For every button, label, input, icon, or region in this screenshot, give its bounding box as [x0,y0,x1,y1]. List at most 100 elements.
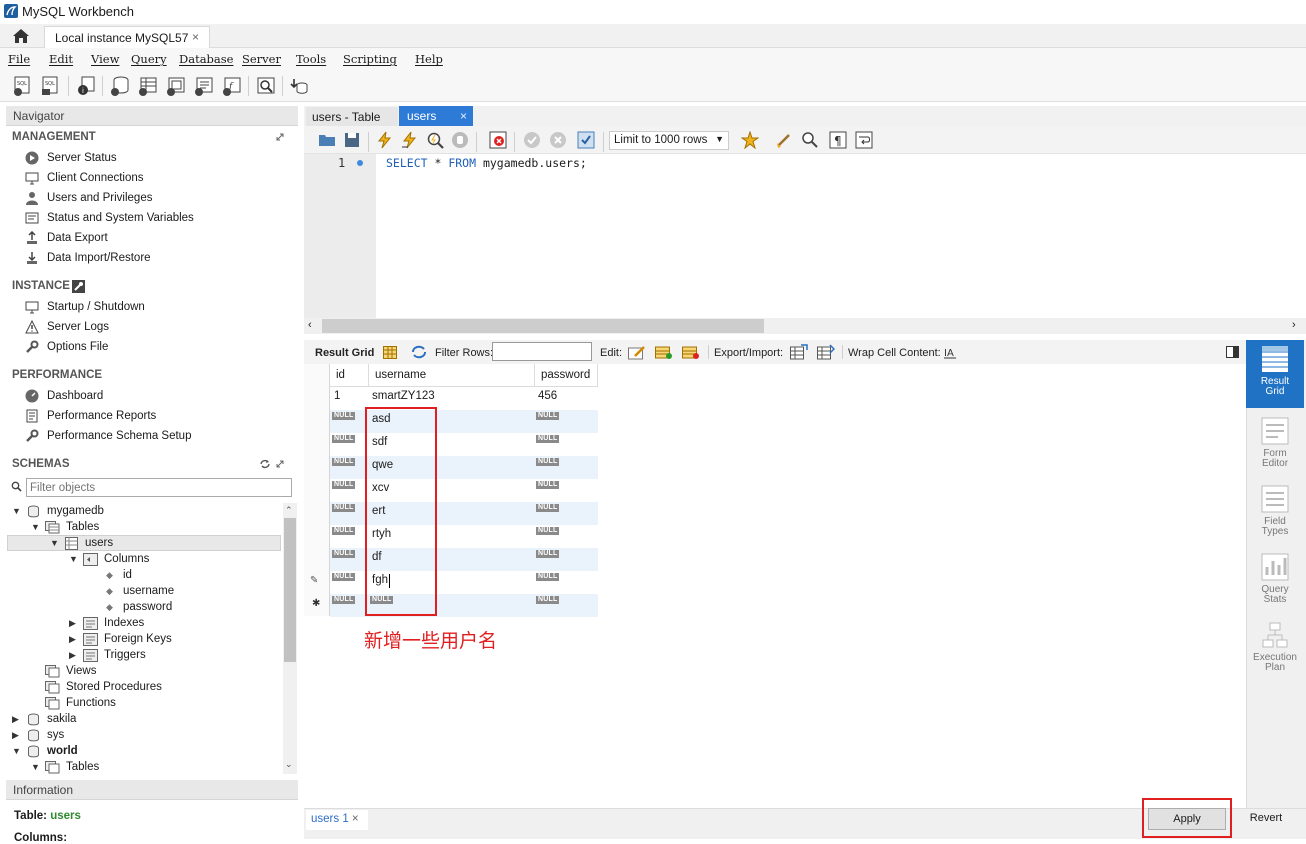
collapse-icon[interactable]: ▼ [31,762,41,772]
auto-commit-icon[interactable] [577,131,595,149]
tree-column-id[interactable]: ◆ id [102,567,132,583]
revert-button[interactable]: Revert [1236,808,1296,830]
tree-triggers[interactable]: ▶ Triggers [69,647,146,663]
connection-tab[interactable]: Local instance MySQL57 × [44,26,210,48]
nav-performance-schema-setup[interactable]: Performance Schema Setup [24,427,191,445]
filter-rows-input[interactable] [492,342,592,361]
export-icon[interactable] [790,344,808,360]
reconnect-icon[interactable] [288,75,310,97]
close-icon[interactable]: × [352,813,359,825]
null-badge[interactable]: NULL [536,573,560,581]
expand-icon[interactable]: ▶ [12,730,22,741]
menu-view[interactable]: View [91,52,119,66]
nav-data-import[interactable]: Data Import/Restore [24,249,151,267]
expand-icon[interactable] [275,459,285,469]
null-badge[interactable]: NULL [332,458,356,466]
create-table-icon[interactable] [137,75,159,97]
open-sql-script-icon[interactable]: SQL [40,75,62,97]
null-badge[interactable]: NULL [332,412,356,420]
open-file-icon[interactable] [318,131,336,149]
null-badge[interactable]: NULL [536,550,560,558]
nav-performance-reports[interactable]: Performance Reports [24,407,156,425]
column-header-username[interactable]: username [369,364,535,387]
tree-stored-procedures[interactable]: Stored Procedures [45,679,162,695]
null-badge[interactable]: NULL [332,550,356,558]
expand-icon[interactable]: ▶ [69,650,79,661]
null-badge[interactable]: NULL [536,412,560,420]
null-badge[interactable]: NULL [536,527,560,535]
side-form-editor-button[interactable]: Form Editor [1246,412,1304,469]
toggle-panel-icon[interactable] [1226,346,1239,358]
sql-text[interactable]: SELECT * FROM mygamedb.users; [386,156,587,170]
nav-client-connections[interactable]: Client Connections [24,169,144,187]
nav-dashboard[interactable]: Dashboard [24,387,103,405]
menu-help[interactable]: Help [415,52,443,66]
commit-icon[interactable] [523,131,541,149]
null-badge[interactable]: NULL [332,504,356,512]
side-execution-plan-button[interactable]: Execution Plan [1246,616,1304,673]
null-badge[interactable]: NULL [536,435,560,443]
nav-server-status[interactable]: Server Status [24,149,117,167]
null-badge[interactable]: NULL [332,596,356,604]
nav-users-privileges[interactable]: Users and Privileges [24,189,152,207]
limit-rows-select[interactable]: Limit to 1000 rows ▼ [609,131,729,150]
scroll-left-icon[interactable]: ‹ [308,319,312,331]
tree-world-tables[interactable]: ▼ Tables [31,759,99,775]
toggle-error-icon[interactable] [489,131,507,149]
side-result-grid-button[interactable]: Result Grid [1246,340,1304,408]
schema-sys[interactable]: ▶ sys [12,727,64,743]
create-schema-icon[interactable] [109,75,131,97]
column-header-password[interactable]: password [535,364,598,387]
grid-view-icon[interactable] [383,346,397,359]
apply-button[interactable]: Apply [1148,808,1226,830]
create-view-icon[interactable] [165,75,187,97]
beautify-broom-icon[interactable] [775,131,793,149]
scroll-right-icon[interactable]: › [1292,319,1296,331]
wrap-cell-icon[interactable]: IA [943,346,957,359]
result-tab-users-1[interactable]: users 1 × [306,810,368,830]
find-icon[interactable] [801,131,819,149]
execute-current-icon[interactable] [401,131,419,149]
tree-users-table[interactable]: ▼ users [50,535,113,551]
tree-columns[interactable]: ▼ Columns [69,551,149,567]
nav-server-logs[interactable]: Server Logs [24,318,109,336]
new-sql-tab-icon[interactable]: SQL [12,75,34,97]
wrap-lines-icon[interactable] [855,131,873,149]
scroll-down-icon[interactable]: ⌄ [285,759,293,770]
collapse-icon[interactable]: ▼ [12,506,22,516]
stop-hand-icon[interactable] [451,131,469,149]
inspector-icon[interactable]: i [76,75,98,97]
menu-scripting[interactable]: Scripting [343,52,397,66]
collapse-icon[interactable]: ▼ [31,522,41,532]
navigator-scrollbar-thumb[interactable] [284,518,296,662]
delete-row-icon[interactable] [682,345,700,360]
expand-icon[interactable]: ▶ [69,634,79,645]
nav-startup-shutdown[interactable]: Startup / Shutdown [24,298,145,316]
collapse-icon[interactable]: ▼ [69,554,79,564]
column-header-id[interactable]: id [330,364,369,387]
null-badge[interactable]: NULL [536,596,560,604]
tab-users-query[interactable]: users × [399,106,473,126]
null-badge[interactable]: NULL [536,481,560,489]
schema-sakila[interactable]: ▶ sakila [12,711,76,727]
tree-column-username[interactable]: ◆ username [102,583,174,599]
expand-icon[interactable]: ▶ [69,618,79,629]
collapse-icon[interactable]: ▼ [50,538,60,548]
invisible-chars-icon[interactable]: ¶ [829,131,847,149]
scroll-up-icon[interactable]: ⌃ [285,505,293,516]
refresh-icon[interactable] [410,345,428,359]
null-badge[interactable]: NULL [332,435,356,443]
null-badge[interactable]: NULL [332,573,356,581]
execute-lightning-icon[interactable] [376,131,394,149]
explain-magnifier-icon[interactable] [426,131,444,149]
close-icon[interactable]: × [460,109,467,123]
home-tab[interactable] [0,24,42,48]
save-icon[interactable] [343,131,361,149]
rollback-icon[interactable] [549,131,567,149]
null-badge[interactable]: NULL [332,481,356,489]
add-snippet-star-icon[interactable] [741,131,759,149]
schema-world[interactable]: ▼ world [12,743,78,759]
menu-query[interactable]: Query [131,52,167,66]
null-badge[interactable]: NULL [332,527,356,535]
tab-users-table[interactable]: users - Table [306,107,398,126]
